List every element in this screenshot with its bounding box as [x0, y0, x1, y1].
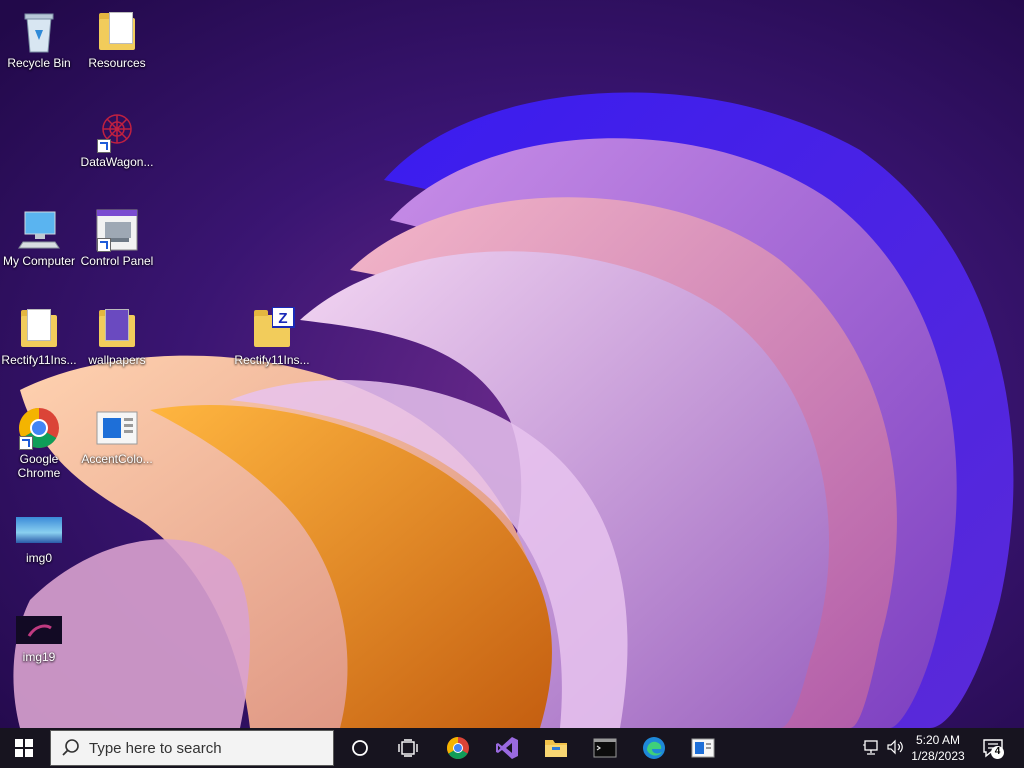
- task-view-button[interactable]: [384, 728, 432, 768]
- desktop-icon-label: Resources: [88, 56, 146, 70]
- search-icon: [62, 739, 79, 756]
- desktop-icon-label: img0: [25, 551, 52, 565]
- desktop-icon-label: My Computer: [2, 254, 76, 268]
- desktop-icon-accentcolorizer[interactable]: AccentColo...: [78, 400, 156, 466]
- search-input[interactable]: [87, 739, 329, 758]
- desktop-icon-label: Google Chrome: [17, 452, 61, 480]
- desktop-icon-rectify11-zip[interactable]: Z Rectify11Ins...: [233, 301, 311, 367]
- folder-icon: [93, 307, 141, 351]
- taskbar-edge[interactable]: [630, 728, 678, 768]
- folder-icon: [15, 307, 63, 351]
- desktop-icon-label: DataWagon...: [80, 155, 154, 169]
- control-panel-icon: [93, 208, 141, 252]
- desktop-icon-google-chrome[interactable]: Google Chrome: [0, 400, 78, 480]
- desktop-icon-label: wallpapers: [88, 353, 146, 367]
- file-explorer-icon: [545, 740, 567, 757]
- desktop-icon-rectify11-folder[interactable]: Rectify11Ins...: [0, 301, 78, 367]
- app-window-icon: [93, 406, 141, 450]
- desktop-icon-control-panel[interactable]: Control Panel: [78, 202, 156, 268]
- desktop-icon-label: img19: [22, 650, 56, 664]
- desktop-icon-label: Recycle Bin: [7, 56, 71, 70]
- desktop-icon-label: Rectify11Ins...: [234, 353, 310, 367]
- taskbar-clock[interactable]: 5:20 AM 1/28/2023: [906, 732, 970, 764]
- taskbar-terminal[interactable]: [581, 728, 629, 768]
- datawagon-icon: [93, 109, 141, 153]
- desktop-icon-label: Rectify11Ins...: [1, 353, 77, 367]
- edge-icon: [643, 737, 665, 759]
- chrome-icon: [447, 737, 469, 759]
- taskbar: 5:20 AM 1/28/2023 4: [0, 728, 1024, 768]
- desktop-icon-resources[interactable]: Resources: [78, 4, 156, 70]
- visual-studio-icon: [496, 737, 518, 759]
- notification-center-button[interactable]: 4: [982, 738, 1004, 759]
- chrome-icon: [15, 406, 63, 450]
- desktop-icon-label: Control Panel: [80, 254, 154, 268]
- desktop-icon-my-computer[interactable]: My Computer: [0, 202, 78, 268]
- network-status[interactable]: [862, 738, 880, 758]
- clock-date: 1/28/2023: [911, 749, 965, 763]
- desktop-icon-img19[interactable]: img19: [0, 598, 78, 664]
- terminal-icon: [593, 738, 617, 758]
- taskbar-visual-studio[interactable]: [483, 728, 531, 768]
- taskbar-file-explorer[interactable]: [532, 728, 580, 768]
- taskbar-chrome[interactable]: [434, 728, 482, 768]
- desktop-icon-recycle-bin[interactable]: Recycle Bin: [0, 4, 78, 70]
- taskbar-search-box[interactable]: [50, 730, 334, 766]
- taskbar-accentcolorizer[interactable]: [679, 728, 727, 768]
- image-thumbnail-icon: [15, 505, 63, 549]
- desktop-icon-datawagon[interactable]: DataWagon...: [78, 103, 156, 169]
- recycle-bin-icon: [15, 10, 63, 54]
- start-button[interactable]: [0, 728, 48, 768]
- folder-icon: [93, 10, 141, 54]
- network-icon: [863, 740, 878, 755]
- volume-icon: [887, 739, 903, 755]
- desktop-icon-img0[interactable]: img0: [0, 499, 78, 565]
- notification-count-badge: 4: [991, 746, 1004, 759]
- windows-logo-icon: [15, 739, 33, 757]
- clock-time: 5:20 AM: [915, 733, 961, 747]
- task-view-icon: [398, 739, 418, 757]
- volume-control[interactable]: [886, 738, 904, 758]
- cortana-button[interactable]: [336, 728, 384, 768]
- image-thumbnail-icon: [15, 604, 63, 648]
- app-window-icon: [691, 738, 715, 758]
- desktop-icon-label: AccentColo...: [81, 452, 153, 466]
- computer-icon: [15, 208, 63, 252]
- svg-text:Z: Z: [278, 310, 287, 327]
- cortana-icon: [352, 740, 368, 756]
- zip-folder-icon: Z: [248, 307, 296, 351]
- desktop-icon-wallpapers[interactable]: wallpapers: [78, 301, 156, 367]
